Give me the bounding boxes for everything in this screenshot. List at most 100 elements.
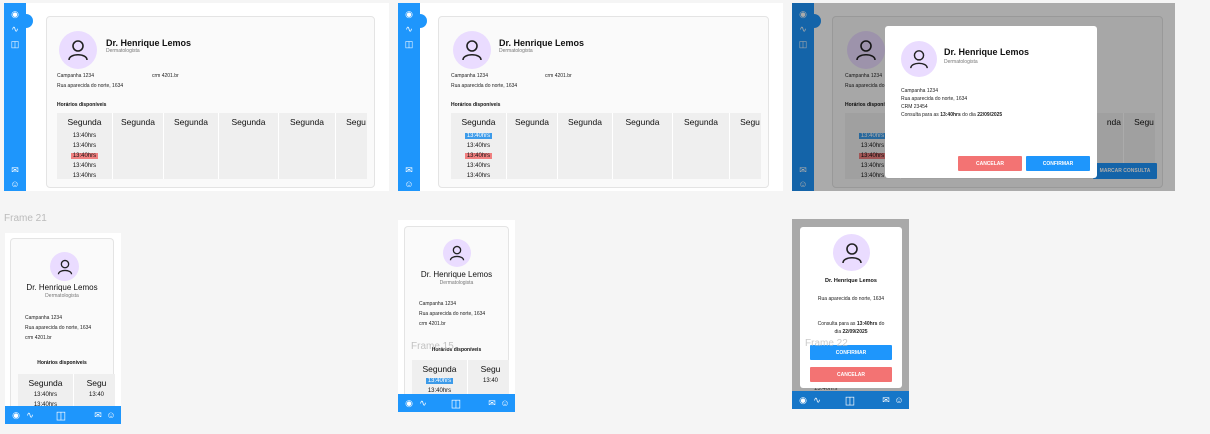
- doctor-crm: crm 4201.br: [25, 335, 52, 341]
- doctor-address: Rua aparecida do norte, 1634: [817, 296, 885, 302]
- time-slot-selected[interactable]: 13:40hrs: [57, 153, 112, 159]
- desktop-frame-1: ◉ ∿ ◫ ✉ ☺ Dr. Henrique Lemos Dermatologi…: [4, 3, 389, 191]
- doctor-street: Campanha 1234: [901, 88, 938, 94]
- day-header: Segunda: [231, 117, 266, 127]
- mail-icon[interactable]: ✉: [4, 163, 26, 177]
- day-header: Segu: [346, 117, 366, 127]
- desktop-frame-3: ◉ ∿ ◫ ✉ ☺ Campanha 1234 Rua aparecida do…: [792, 3, 1175, 191]
- time-slot[interactable]: 13:40hrs: [57, 143, 112, 149]
- day-header: Segunda: [683, 117, 719, 127]
- user-profile-icon[interactable]: ☺: [105, 408, 117, 422]
- day-column: Segunda: [613, 113, 673, 179]
- day-header: Segunda: [422, 364, 457, 374]
- mail-icon[interactable]: ✉: [486, 396, 498, 410]
- doctor-card: Dr. Henrique Lemos Dermatologista Campan…: [46, 16, 375, 188]
- sidebar: ◉ ∿ ◫ ✉ ☺: [398, 3, 420, 191]
- activity-pulse-icon[interactable]: ∿: [811, 393, 823, 407]
- time-slot[interactable]: 13:40hrs: [451, 173, 506, 179]
- frame-label: Frame 15: [411, 341, 454, 352]
- mail-icon[interactable]: ✉: [92, 408, 104, 422]
- day-column: Segunda: [219, 113, 279, 179]
- doctor-card: Dr. Henrique Lemos Dermatologista Campan…: [10, 238, 115, 424]
- day-header: Segunda: [289, 117, 325, 127]
- schedule-grid: Segunda 13:40hrs 13:40hrs 13:40hrs 13:40…: [57, 113, 367, 179]
- day-header: Segunda: [567, 117, 603, 127]
- doctor-address: Rua aparecida do norte, 1634: [25, 325, 92, 331]
- doctor-address: Rua aparecida do norte, 1634: [57, 83, 124, 89]
- location-pin-icon[interactable]: ◉: [10, 408, 22, 422]
- day-header: Segunda: [67, 117, 102, 127]
- mail-icon[interactable]: ✉: [880, 393, 892, 407]
- doctor-address: Rua aparecida do norte, 1634: [419, 311, 486, 317]
- avatar: [453, 31, 491, 69]
- day-column: Segunda 13:40hrs 13:40hrs 13:40hrs 13:40…: [451, 113, 507, 179]
- frame-label: Frame 22: [805, 338, 848, 349]
- doctor-street: Campanha 1234: [25, 315, 62, 321]
- doctor-crm: crm 4201.br: [545, 73, 572, 79]
- time-slot[interactable]: 13:40hrs: [57, 133, 112, 139]
- time-slot[interactable]: 13:40hrs: [451, 163, 506, 169]
- doctor-name: Dr. Henrique Lemos: [420, 270, 493, 279]
- activity-pulse-icon[interactable]: ∿: [417, 396, 429, 410]
- open-book-icon[interactable]: ◫: [843, 393, 857, 407]
- cancel-button[interactable]: CANCELAR: [958, 156, 1022, 171]
- user-profile-icon[interactable]: ☺: [4, 177, 26, 191]
- sidebar-toggle[interactable]: [417, 14, 427, 28]
- doctor-specialty: Dermatologista: [499, 48, 533, 54]
- cancel-button[interactable]: CANCELAR: [810, 367, 892, 382]
- day-column: Segunda: [164, 113, 219, 179]
- user-profile-icon[interactable]: ☺: [499, 396, 511, 410]
- person-icon: [910, 50, 928, 69]
- time-slot[interactable]: 13:40: [468, 378, 509, 384]
- desktop-frame-2: ◉ ∿ ◫ ✉ ☺ Dr. Henrique Lemos Dermatologi…: [398, 3, 783, 191]
- time-slot-selected[interactable]: 13:40hrs: [412, 378, 467, 384]
- schedule-grid: Segunda 13:40hrs 13:40hrs Segu 13:40: [412, 360, 509, 397]
- day-header: Segunda: [625, 117, 660, 127]
- time-slot-selected[interactable]: 13:40hrs: [451, 133, 506, 139]
- user-profile-icon[interactable]: ☺: [893, 393, 905, 407]
- time-slot[interactable]: 13:40hrs: [18, 392, 73, 398]
- time-slot[interactable]: 13:40hrs: [451, 143, 506, 149]
- open-book-icon[interactable]: ◫: [54, 408, 68, 422]
- confirm-button[interactable]: CONFIRMAR: [1026, 156, 1090, 171]
- activity-pulse-icon[interactable]: ∿: [24, 408, 36, 422]
- avatar: [833, 234, 870, 271]
- sidebar-toggle[interactable]: [23, 14, 33, 28]
- appointment-summary: Consulta para as 13:40hrs do: [817, 321, 885, 327]
- day-header: Segu: [740, 117, 760, 127]
- doctor-name: Dr. Henrique Lemos: [944, 47, 1030, 57]
- doctor-name: Dr. Henrique Lemos: [106, 38, 192, 48]
- schedule-grid: Segunda 13:40hrs 13:40hrs 13:40hrs 13:40…: [451, 113, 761, 179]
- schedule-heading: Horários disponíveis: [451, 102, 501, 108]
- time-slot[interactable]: 13:40: [74, 392, 115, 398]
- doctor-name: Dr. Henrique Lemos: [26, 283, 98, 292]
- person-icon: [841, 242, 862, 263]
- doctor-street: Campanha 1234: [419, 301, 456, 307]
- appointment-date: dia 22/09/2025: [834, 329, 868, 335]
- time-slot[interactable]: 13:40hrs: [57, 163, 112, 169]
- day-column: Segunda: [673, 113, 730, 179]
- user-profile-icon[interactable]: ☺: [398, 177, 420, 191]
- doctor-crm-number: CRM 23454: [901, 104, 928, 110]
- schedule-heading: Horários disponíveis: [57, 102, 107, 108]
- location-pin-icon[interactable]: ◉: [797, 393, 809, 407]
- location-pin-icon[interactable]: ◉: [403, 396, 415, 410]
- doctor-specialty: Dermatologista: [439, 280, 474, 286]
- doctor-crm: crm 4201.br: [152, 73, 179, 79]
- time-slot[interactable]: 13:40hrs: [57, 173, 112, 179]
- bottom-nav: ◉ ∿ ◫ ✉ ☺: [792, 391, 909, 409]
- appointment-summary: Consulta para as 13:40hrs do dia 22/09/2…: [901, 112, 1003, 118]
- mail-icon[interactable]: ✉: [398, 163, 420, 177]
- open-book-icon[interactable]: ◫: [398, 37, 420, 51]
- doctor-specialty: Dermatologista: [944, 59, 978, 65]
- person-icon: [462, 40, 482, 61]
- day-column: Segu: [730, 113, 761, 179]
- doctor-street: Campanha 1234: [57, 73, 94, 79]
- open-book-icon[interactable]: ◫: [4, 37, 26, 51]
- open-book-icon[interactable]: ◫: [449, 396, 463, 410]
- time-slot-unavailable[interactable]: 13:40hrs: [451, 153, 506, 159]
- day-column: Segunda: [558, 113, 613, 179]
- avatar: [443, 239, 471, 267]
- doctor-street: Campanha 1234: [451, 73, 488, 79]
- doctor-name: Dr. Henrique Lemos: [499, 38, 585, 48]
